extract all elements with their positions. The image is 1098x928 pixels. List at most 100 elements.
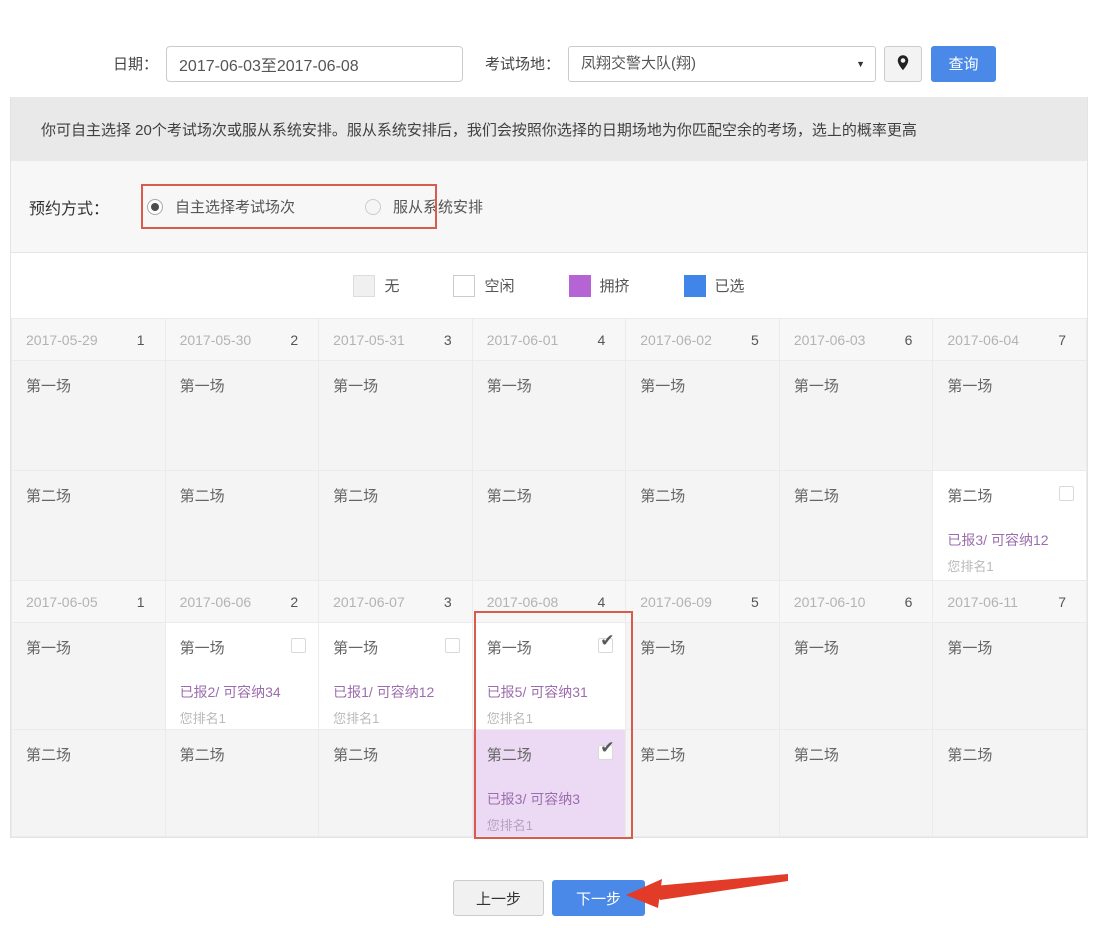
search-button[interactable]: 查询 <box>931 46 996 82</box>
checkbox-unchecked-icon[interactable] <box>1059 486 1074 501</box>
week1-header-row: 2017-05-291 2017-05-302 2017-05-313 2017… <box>12 319 1087 361</box>
session-cell[interactable]: 第二场 <box>626 471 780 581</box>
session-cell[interactable]: 第二场 <box>165 730 319 837</box>
day-header: 2017-06-047 <box>933 319 1087 361</box>
session-cell[interactable]: 第二场 <box>472 471 626 581</box>
day-header: 2017-06-03 6 <box>779 319 933 361</box>
rank-text: 您排名1 <box>487 815 614 834</box>
day-header: 2017-06-062 <box>165 581 319 623</box>
session-cell[interactable]: 第二场 <box>12 730 166 837</box>
session-cell[interactable]: 第二场 <box>779 471 933 581</box>
legend-label: 已选 <box>715 275 745 296</box>
session-label: 第一场 <box>640 637 685 658</box>
day-number: 3 <box>444 332 452 348</box>
session-cell[interactable]: 第一场 <box>933 361 1087 471</box>
filter-bar: 日期： 考试场地： 凤翔交警大队(翔) ▼ 查询 <box>0 0 1098 97</box>
session-label: 第一场 <box>487 637 532 658</box>
day-number: 6 <box>905 332 913 348</box>
session-cell[interactable]: 第二场 <box>933 730 1087 837</box>
session-cell[interactable]: 第一场 <box>779 361 933 471</box>
radio-unselected-icon[interactable] <box>365 199 381 215</box>
day-header: 2017-06-095 <box>626 581 780 623</box>
day-number: 2 <box>290 332 298 348</box>
session-label: 第二场 <box>333 744 378 765</box>
radio-option-self-select[interactable]: 自主选择考试场次 <box>147 196 295 217</box>
session-label: 第二场 <box>26 485 71 506</box>
session-cell[interactable]: 第二场 <box>319 730 473 837</box>
session-cell[interactable]: 第一场 <box>779 623 933 730</box>
day-number: 6 <box>905 594 913 610</box>
session-label: 第一场 <box>947 375 992 396</box>
session-label: 第二场 <box>640 485 685 506</box>
session-cell[interactable]: 第一场 已报2/ 可容纳34 您排名1 <box>165 623 319 730</box>
day-number: 2 <box>290 594 298 610</box>
session-label: 第二场 <box>947 485 992 506</box>
map-location-button[interactable] <box>884 46 922 82</box>
session-label: 第一场 <box>333 637 378 658</box>
session-label: 第二场 <box>487 744 532 765</box>
day-date: 2017-06-03 <box>794 332 866 348</box>
radio-option-system-assign[interactable]: 服从系统安排 <box>365 196 483 217</box>
session-cell[interactable]: 第一场 已报1/ 可容纳12 您排名1 <box>319 623 473 730</box>
session-cell-selected-crowded[interactable]: 第二场 已报3/ 可容纳3 您排名1 <box>472 730 626 837</box>
session-cell[interactable]: 第一场 <box>472 361 626 471</box>
session-cell[interactable]: 第二场 <box>319 471 473 581</box>
session-cell[interactable]: 第一场 <box>12 623 166 730</box>
checkbox-checked-icon[interactable] <box>598 638 613 653</box>
radio-option-label: 自主选择考试场次 <box>175 196 295 217</box>
session-label: 第二场 <box>794 485 839 506</box>
legend-swatch-selected <box>684 275 706 297</box>
session-label: 第二场 <box>180 485 225 506</box>
location-pin-icon <box>896 55 910 73</box>
radio-selected-icon[interactable] <box>147 199 163 215</box>
day-header: 2017-05-291 <box>12 319 166 361</box>
week1-session1-row: 第一场 第一场 第一场 第一场 第一场 第一场 第一场 <box>12 361 1087 471</box>
session-cell[interactable]: 第二场 <box>779 730 933 837</box>
notice-bar: 你可自主选择 20个考试场次或服从系统安排。服从系统安排后，我们会按照你选择的日… <box>11 97 1087 161</box>
caret-down-icon: ▼ <box>856 47 865 81</box>
day-number: 4 <box>597 594 605 610</box>
day-number: 7 <box>1058 594 1066 610</box>
session-cell-selected[interactable]: 第一场 已报5/ 可容纳31 您排名1 <box>472 623 626 730</box>
day-date: 2017-05-29 <box>26 332 98 348</box>
session-label: 第二场 <box>180 744 225 765</box>
session-cell[interactable]: 第一场 <box>626 361 780 471</box>
venue-select[interactable]: 凤翔交警大队(翔) ▼ <box>568 46 876 82</box>
prev-step-button[interactable]: 上一步 <box>453 880 544 916</box>
booking-panel: 你可自主选择 20个考试场次或服从系统安排。服从系统安排后，我们会按照你选择的日… <box>10 97 1088 838</box>
legend-item-free: 空闲 <box>453 275 514 297</box>
session-cell[interactable]: 第二场 已报3/ 可容纳12 您排名1 <box>933 471 1087 581</box>
session-cell[interactable]: 第一场 <box>319 361 473 471</box>
booking-method-label: 预约方式： <box>29 195 109 219</box>
checkbox-unchecked-icon[interactable] <box>445 638 460 653</box>
session-label: 第一场 <box>26 637 71 658</box>
session-label: 第一场 <box>26 375 71 396</box>
day-number: 7 <box>1058 332 1066 348</box>
rank-text: 您排名1 <box>333 708 460 727</box>
booked-count: 已报1/ 可容纳12 <box>333 682 460 702</box>
legend-item-selected: 已选 <box>684 275 745 297</box>
notice-text: 你可自主选择 20个考试场次或服从系统安排。服从系统安排后，我们会按照你选择的日… <box>41 119 917 140</box>
booked-count: 已报5/ 可容纳31 <box>487 682 614 702</box>
session-cell[interactable]: 第一场 <box>12 361 166 471</box>
session-cell[interactable]: 第一场 <box>933 623 1087 730</box>
day-date: 2017-05-31 <box>333 332 405 348</box>
day-header: 2017-06-117 <box>933 581 1087 623</box>
session-cell[interactable]: 第一场 <box>165 361 319 471</box>
session-cell[interactable]: 第二场 <box>626 730 780 837</box>
day-header: 2017-06-106 <box>779 581 933 623</box>
session-cell[interactable]: 第一场 <box>626 623 780 730</box>
date-range-input[interactable] <box>166 46 463 82</box>
legend: 无 空闲 拥挤 已选 <box>11 253 1087 318</box>
date-label: 日期： <box>113 53 158 74</box>
exam-booking-page: { "filter": { "date_label": "日期：", "date… <box>0 0 1098 928</box>
next-step-button[interactable]: 下一步 <box>552 880 645 916</box>
session-cell[interactable]: 第二场 <box>12 471 166 581</box>
booking-method-row: 预约方式： 自主选择考试场次 服从系统安排 <box>11 161 1087 253</box>
session-label: 第二场 <box>794 744 839 765</box>
legend-swatch-none <box>353 275 375 297</box>
checkbox-checked-icon[interactable] <box>598 745 613 760</box>
checkbox-unchecked-icon[interactable] <box>291 638 306 653</box>
session-cell[interactable]: 第二场 <box>165 471 319 581</box>
day-header: 2017-06-073 <box>319 581 473 623</box>
